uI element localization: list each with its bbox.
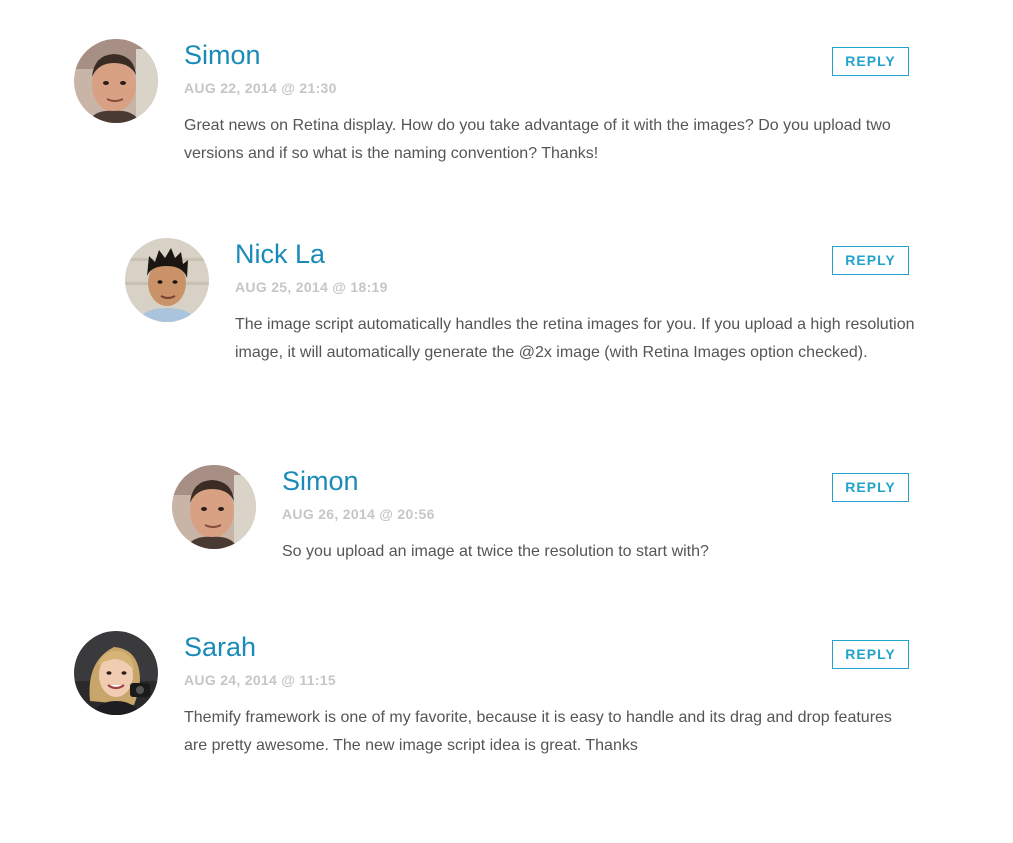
reply-button[interactable]: REPLY xyxy=(832,473,909,502)
comment-author[interactable]: Simon xyxy=(184,39,261,71)
reply-button[interactable]: REPLY xyxy=(832,47,909,76)
comment-date[interactable]: AUG 22, 2014 @ 21:30 xyxy=(184,79,337,97)
comment-date[interactable]: AUG 25, 2014 @ 18:19 xyxy=(235,278,388,296)
avatar[interactable] xyxy=(74,631,158,715)
reply-button[interactable]: REPLY xyxy=(832,246,909,275)
avatar[interactable] xyxy=(172,465,256,549)
comment-text: Great news on Retina display. How do you… xyxy=(184,117,891,162)
comment-text: So you upload an image at twice the reso… xyxy=(282,543,709,560)
comment-date[interactable]: AUG 26, 2014 @ 20:56 xyxy=(282,505,435,523)
comment-author[interactable]: Nick La xyxy=(235,238,325,270)
avatar[interactable] xyxy=(125,238,209,322)
comment-date[interactable]: AUG 24, 2014 @ 11:15 xyxy=(184,671,336,689)
avatar[interactable] xyxy=(74,39,158,123)
reply-button[interactable]: REPLY xyxy=(832,640,909,669)
comment-text: Themify framework is one of my favorite,… xyxy=(184,709,892,754)
comment-author[interactable]: Sarah xyxy=(184,631,256,663)
comment-author[interactable]: Simon xyxy=(282,465,359,497)
comment-text: The image script automatically handles t… xyxy=(235,316,915,361)
